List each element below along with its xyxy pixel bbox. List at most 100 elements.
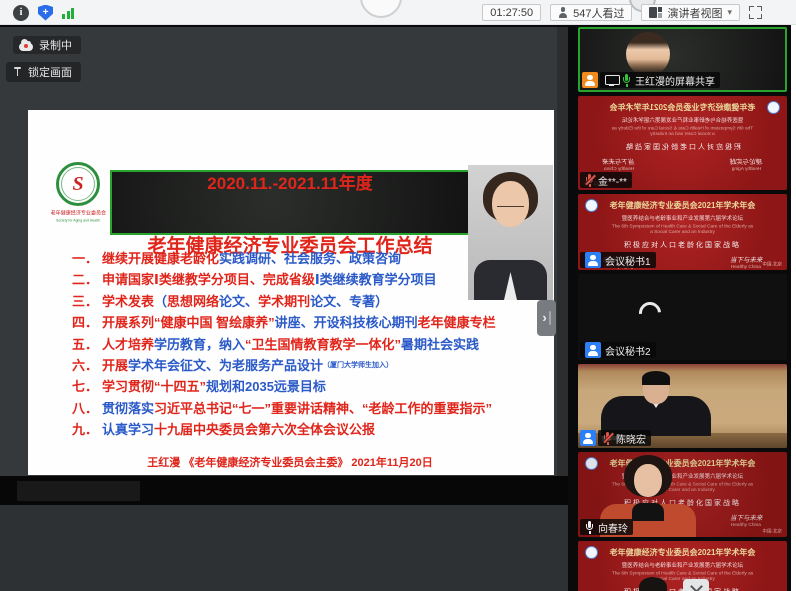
video-tile-xiang[interactable]: 老年健康经济专业委员会2021年学术年会 暨医养结合与老龄事业和产业发展第六届学… [578, 452, 787, 537]
presentation-slide: S 老年健康经济专业委员会 Society for Aging and Heal… [28, 110, 554, 475]
conference-slide-strategy: 积极应对人口老龄化国家战略 [624, 144, 741, 151]
conference-slide-subtitle-en: The 6th Symposium of Health Care & Socia… [611, 224, 754, 235]
video-tile-chen[interactable]: 陈晓宏 [578, 364, 787, 448]
meeting-timer-value: 01:27:50 [490, 6, 534, 19]
conference-slide-title: 老年健康经济专业委员会2021年学术年会 [609, 201, 756, 210]
slide-list: 一． 继续开展健康老龄化 实践调研、社会服务、政策咨询 二． 申请国家Ⅰ类继教学分项目、… [72, 248, 548, 441]
loading-spinner [634, 297, 666, 329]
slide-text-segment: 规划和2035远景目标 [206, 379, 326, 395]
stage-black-band [0, 476, 568, 505]
sidebar-collapse-handle[interactable]: › [537, 300, 556, 336]
slide-text-segment: 老年健康专栏 [417, 315, 496, 331]
conference-slide-subtitle-en: The 6th Symposium of Health Care & Socia… [611, 126, 754, 137]
mic-on-icon [622, 74, 631, 87]
stage-band-rect [17, 481, 140, 501]
conference-right-cn: 当下与未来 [729, 515, 763, 522]
slide-item: 六． 开展 学术年会征文、为老服务产品设计 （厦门大学师生加入） [72, 355, 548, 376]
tile-label: 金**-** [580, 172, 632, 188]
slide-text-segment: 贯彻落实 [102, 400, 155, 416]
conference-right-cn: 当下与未来 [729, 257, 763, 264]
slide-text-segment: 讲座、开设科技核心期刊 [274, 315, 418, 331]
committee-emblem-icon: S [56, 162, 100, 206]
slide-text-segment: 学术发表 [102, 293, 155, 309]
recording-label: 录制中 [39, 40, 72, 52]
member-blue-icon [585, 342, 601, 358]
meeting-window: i + 01:27:50 547人看过 演讲者视图 ▾ 录制中 锁定画面 S 老… [0, 0, 796, 591]
tile-label: 王红漫的屏幕共享 [582, 72, 720, 88]
slide-text-segment: 十九届中央委员会第六次全体会议公报 [154, 422, 376, 438]
slide-text-segment: 申请国家Ⅰ类继教学分项目、完成省级 [102, 272, 315, 288]
committee-logo-en: Society for Aging and Health [56, 219, 100, 223]
conference-left-cn: 理论与实践 [730, 159, 763, 166]
video-tile-screenshare-owner[interactable]: 王红漫的屏幕共享 [578, 27, 787, 92]
viewers-count-button[interactable]: 547人看过 [550, 4, 633, 21]
conference-slide-subtitle: 暨医养结合与老龄事业和产业发展第六届学术论坛 [621, 563, 744, 569]
slide-title-line1: 2020.11.-2021.11年度 [110, 170, 470, 235]
handle-grip [548, 311, 551, 325]
shared-screen-stage: 录制中 锁定画面 S 老年健康经济专业委员会 Society for Aging… [0, 25, 568, 591]
slide-text-segment: “卫生国情教育教学一体化” [245, 336, 402, 352]
cloud-recording-icon [19, 39, 33, 51]
person-icon [558, 7, 568, 18]
slide-item-number: 一． [72, 251, 99, 266]
participant-face [634, 464, 662, 497]
slide-item: 一． 继续开展健康老龄化 实践调研、社会服务、政策咨询 [72, 248, 548, 269]
participant-name: 金**-** [598, 176, 627, 188]
network-signal-icon[interactable] [62, 7, 74, 19]
participant-name: 向春玲 [598, 523, 628, 535]
shield-protection-icon[interactable]: + [38, 4, 53, 21]
info-icon[interactable]: i [13, 4, 29, 21]
conference-right-en: Healthy China [731, 264, 762, 270]
viewers-count-label: 547人看过 [573, 7, 625, 20]
toolbar-right-controls: 01:27:50 547人看过 演讲者视图 ▾ [482, 4, 762, 21]
participant-name: 会议秘书2 [605, 346, 651, 358]
conference-slide-title: 老年健康经济专业委员会2021年学术年会 [609, 459, 756, 468]
member-blue-icon [580, 430, 596, 446]
video-tile-jin[interactable]: 老年健康经济专业委员会2021年学术年会 暨医养结合与老龄事业和产业发展第六届学… [578, 96, 787, 190]
conference-slide-strategy: 积极应对人口老龄化国家战略 [624, 242, 741, 249]
committee-logo-cn: 老年健康经济专业委员会 [50, 210, 107, 216]
slide-text-segment: Ⅰ类继续教育学分项目 [314, 272, 437, 288]
stage-bottom-area [0, 505, 568, 591]
slide-text-segment: 论文、 [219, 293, 259, 309]
participant-name: 王红漫的屏幕共享 [635, 76, 715, 88]
video-tile-secretary1[interactable]: 老年健康经济专业委员会2021年学术年会 暨医养结合与老龄事业和产业发展第六届学… [578, 194, 787, 270]
slide-text-segment: （ [154, 293, 168, 309]
conference-logo-icon [767, 101, 780, 114]
conference-right-en: Healthy China [603, 166, 634, 172]
slide-text-segment: 习近平总书记“七一”重要讲话精神、“老龄工作的重要指示” [154, 400, 493, 416]
slide-text-segment: 学历教育，纳入 [154, 336, 246, 352]
video-tile-secretary2[interactable]: 会议秘书2 [578, 274, 787, 360]
tile-label: 陈晓宏 [580, 430, 651, 446]
slide-item: 三． 学术发表（思想网络 论文、 学术期刊 论文、专著） [72, 291, 548, 312]
mic-muted-icon [603, 432, 612, 445]
photo-glasses [497, 201, 524, 207]
conference-logo-icon [585, 199, 598, 212]
floating-bubble [360, 0, 402, 18]
pin-icon [13, 66, 22, 78]
conference-corner-text: 中国·北京 [762, 262, 783, 268]
conference-right-en: Healthy China [731, 522, 762, 528]
mic-on-icon [585, 521, 594, 534]
meeting-timer: 01:27:50 [482, 4, 542, 21]
conference-logo-icon [585, 457, 598, 470]
slide-text-segment: 开展 [102, 358, 129, 374]
participant-hair [642, 371, 670, 385]
lock-screen-button[interactable]: 锁定画面 [6, 62, 81, 82]
slide-item: 七． 学习贯彻“十四五” 规划和2035远景目标 [72, 376, 548, 397]
slide-item-number: 六． [72, 358, 99, 374]
slide-item: 四． 开展系列“健康中国 智绘康养” 讲座、开设科技核心期刊 老年健康专栏 [72, 312, 548, 333]
recording-dot [24, 44, 28, 48]
chevron-right-icon: › [542, 309, 547, 325]
member-blue-icon [585, 252, 601, 268]
top-toolbar: i + 01:27:50 547人看过 演讲者视图 ▾ [0, 0, 796, 25]
screenshare-icon [605, 74, 620, 86]
slide-item-number: 八． [72, 400, 99, 416]
conference-right-cn: 当下与未来 [602, 159, 636, 166]
collapse-sidebar-button[interactable] [683, 579, 709, 591]
slide-item: 八． 贯彻落实 习近平总书记“七一”重要讲话精神、“老龄工作的重要指示” [72, 398, 548, 419]
fullscreen-button[interactable] [749, 6, 762, 19]
mic-muted-icon [585, 174, 594, 187]
slide-text-segment: 人才培养 [102, 336, 155, 352]
view-mode-button[interactable]: 演讲者视图 ▾ [641, 4, 740, 21]
